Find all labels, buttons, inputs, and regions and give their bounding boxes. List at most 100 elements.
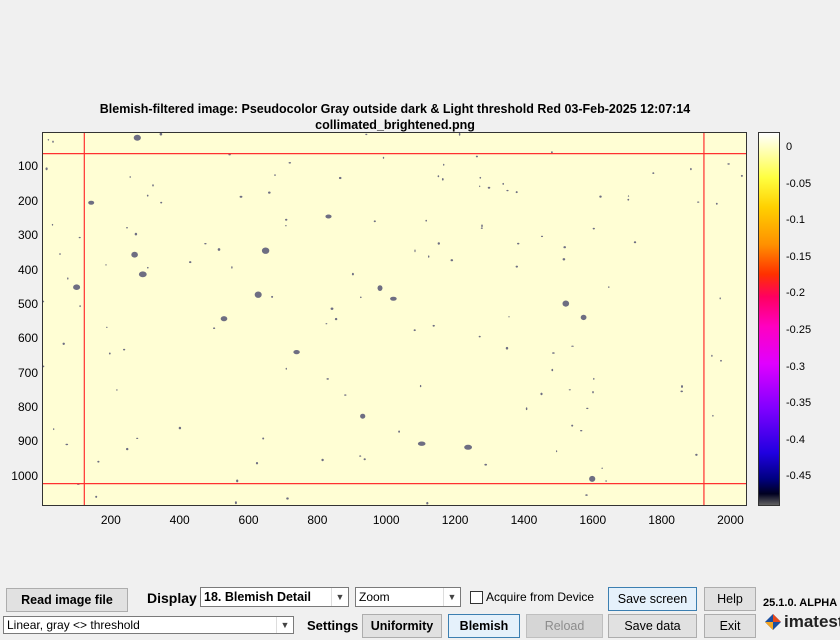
blemish-spot xyxy=(414,249,416,253)
display-label: Display xyxy=(147,590,197,606)
blemish-spot xyxy=(254,291,262,298)
x-tick-label: 2000 xyxy=(717,513,744,527)
blemish-spot xyxy=(680,390,683,393)
blemish-spot xyxy=(160,201,163,204)
colorbar-tick-label: -0.05 xyxy=(786,177,812,190)
imatest-logo-icon xyxy=(765,614,781,630)
blemish-spot xyxy=(652,172,655,174)
blemish-spot xyxy=(506,189,509,192)
blemish-spot xyxy=(326,378,330,380)
x-tick-label: 1200 xyxy=(441,513,469,527)
blemish-spot xyxy=(116,389,118,391)
blemish-spot xyxy=(419,384,422,388)
colorbar-tick-label: -0.4 xyxy=(786,433,805,446)
blemish-spot xyxy=(213,327,216,329)
y-tick-label: 100 xyxy=(17,159,38,174)
blemish-spot xyxy=(363,458,366,461)
blemish-spot xyxy=(586,407,589,410)
help-button[interactable]: Help xyxy=(704,587,756,611)
acquire-from-device-checkbox[interactable]: Acquire from Device xyxy=(470,590,594,604)
blemish-spot xyxy=(146,194,149,197)
blemish-spot xyxy=(633,241,637,244)
blemish-spot xyxy=(73,284,81,290)
chevron-down-icon: ▼ xyxy=(276,617,293,633)
uniformity-button[interactable]: Uniformity xyxy=(362,614,442,638)
blemish-spot xyxy=(432,324,435,327)
blemish-spot xyxy=(484,463,488,466)
imatest-logo-text: imatest xyxy=(784,612,840,631)
blemish-spot xyxy=(562,300,570,307)
blemish-spot xyxy=(551,368,554,372)
blemish-spot xyxy=(601,467,603,469)
blemish-image-svg xyxy=(43,133,746,505)
blemish-spot xyxy=(236,479,239,483)
blemish-button[interactable]: Blemish xyxy=(448,614,520,638)
blemish-spot xyxy=(552,352,555,354)
exit-button[interactable]: Exit xyxy=(704,614,756,638)
blemish-spot xyxy=(377,285,383,291)
blemish-spot xyxy=(589,475,596,482)
blemish-spot xyxy=(517,242,520,245)
blemish-spot xyxy=(568,389,571,391)
figure-title: Blemish-filtered image: Pseudocolor Gray… xyxy=(99,102,691,116)
y-tick-label: 300 xyxy=(17,228,38,243)
scale-select[interactable]: Linear, gray <> threshold ▼ xyxy=(3,616,294,634)
version-label: 25.1.0. ALPHA xyxy=(763,597,838,609)
blemish-spot xyxy=(715,202,718,205)
blemish-spot xyxy=(159,133,163,136)
display-select[interactable]: 18. Blemish Detail ▼ xyxy=(200,587,349,607)
zoom-select[interactable]: Zoom ▼ xyxy=(355,587,461,607)
blemish-spot xyxy=(133,134,141,141)
blemish-spot xyxy=(681,385,683,388)
checkbox-box[interactable] xyxy=(470,590,483,604)
save-screen-button[interactable]: Save screen xyxy=(608,587,697,611)
blemish-spot xyxy=(592,227,595,230)
blemish-spot xyxy=(417,441,426,446)
blemish-spot xyxy=(95,495,98,498)
blemish-spot xyxy=(97,460,100,463)
blemish-spot xyxy=(479,176,482,179)
blemish-spot xyxy=(711,354,713,357)
blemish-spot xyxy=(563,246,566,249)
save-data-button[interactable]: Save data xyxy=(608,614,697,638)
blemish-spot xyxy=(106,326,108,328)
reload-button[interactable]: Reload xyxy=(526,614,603,638)
blemish-spot xyxy=(351,272,354,276)
blemish-spot xyxy=(695,453,698,456)
colorbar-tick-label: -0.15 xyxy=(786,250,812,263)
blemish-spot xyxy=(515,265,518,268)
read-image-file-button[interactable]: Read image file xyxy=(6,588,128,612)
colorbar-tick-label: -0.45 xyxy=(786,470,812,483)
blemish-spot xyxy=(262,437,265,440)
colorbar xyxy=(758,132,780,506)
blemish-image-plot[interactable] xyxy=(42,132,747,506)
y-tick-label: 1000 xyxy=(11,468,38,483)
blemish-spot xyxy=(450,259,454,262)
blemish-spot xyxy=(59,253,61,255)
blemish-spot xyxy=(239,195,243,198)
blemish-spot xyxy=(571,424,574,427)
y-tick-label: 600 xyxy=(17,331,38,346)
blemish-spot xyxy=(131,251,138,258)
blemish-spot xyxy=(441,178,444,181)
figure-subtitle: collimated_brightened.png xyxy=(315,118,475,132)
blemish-spot xyxy=(285,367,287,370)
blemish-spot xyxy=(255,462,259,465)
blemish-spot xyxy=(359,455,362,457)
blemish-spot xyxy=(425,219,428,222)
x-tick-label: 1000 xyxy=(372,513,400,527)
y-tick-label: 900 xyxy=(17,434,38,449)
blemish-spot xyxy=(627,198,630,201)
blemish-spot xyxy=(382,156,385,159)
colorbar-tick-label: -0.1 xyxy=(786,214,805,227)
x-tick-label: 1800 xyxy=(648,513,675,527)
blemish-spot xyxy=(62,342,65,345)
blemish-spot xyxy=(525,407,528,411)
blemish-spot xyxy=(52,140,54,143)
blemish-spot xyxy=(551,151,553,154)
blemish-spot xyxy=(365,133,368,136)
blemish-spot xyxy=(599,195,602,198)
y-tick-label: 800 xyxy=(17,400,38,414)
blemish-spot xyxy=(147,266,149,269)
blemish-spot xyxy=(51,223,54,226)
